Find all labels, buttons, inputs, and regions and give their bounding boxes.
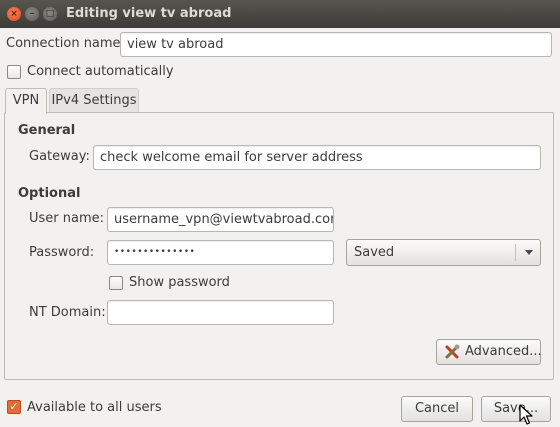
maximize-icon[interactable]: □: [43, 7, 57, 21]
general-heading: General: [18, 123, 76, 138]
close-icon[interactable]: ×: [7, 7, 21, 21]
tools-icon: [445, 344, 460, 359]
username-label: User name:: [29, 211, 105, 226]
gateway-label: Gateway:: [29, 149, 90, 164]
password-input[interactable]: ••••••••••••••: [107, 240, 334, 265]
username-input[interactable]: username_vpn@viewtvabroad.com: [107, 207, 334, 232]
available-all-users-label[interactable]: Available to all users: [27, 400, 162, 415]
minimize-icon[interactable]: –: [25, 7, 39, 21]
nt-domain-label: NT Domain:: [29, 305, 106, 320]
connection-name-input[interactable]: view tv abroad: [120, 32, 552, 57]
password-storage-value: Saved: [354, 245, 395, 260]
chevron-down-icon: [525, 250, 533, 255]
mouse-cursor-icon: [519, 404, 533, 425]
save-button[interactable]: Save...: [481, 396, 551, 422]
connect-automatically-label[interactable]: Connect automatically: [27, 64, 174, 79]
advanced-button[interactable]: Advanced...: [436, 339, 542, 365]
title-bar: × – □ Editing view tv abroad: [0, 0, 560, 28]
connection-name-label: Connection name:: [6, 36, 125, 51]
window-title: Editing view tv abroad: [66, 6, 232, 21]
cancel-button[interactable]: Cancel: [401, 396, 473, 422]
nt-domain-input[interactable]: [107, 300, 334, 325]
dropdown-separator: [515, 244, 516, 261]
optional-heading: Optional: [18, 186, 81, 201]
password-storage-dropdown[interactable]: Saved: [346, 239, 541, 266]
show-password-checkbox[interactable]: [109, 276, 123, 290]
gateway-input[interactable]: check welcome email for server address: [93, 145, 541, 170]
connect-automatically-checkbox[interactable]: [7, 65, 21, 79]
tab-ipv4-settings[interactable]: IPv4 Settings: [49, 88, 139, 113]
advanced-button-label: Advanced...: [465, 344, 542, 359]
password-label: Password:: [29, 245, 95, 260]
show-password-label[interactable]: Show password: [129, 275, 230, 290]
available-all-users-checkbox[interactable]: ✓: [7, 400, 21, 414]
tab-vpn[interactable]: VPN: [5, 88, 47, 114]
